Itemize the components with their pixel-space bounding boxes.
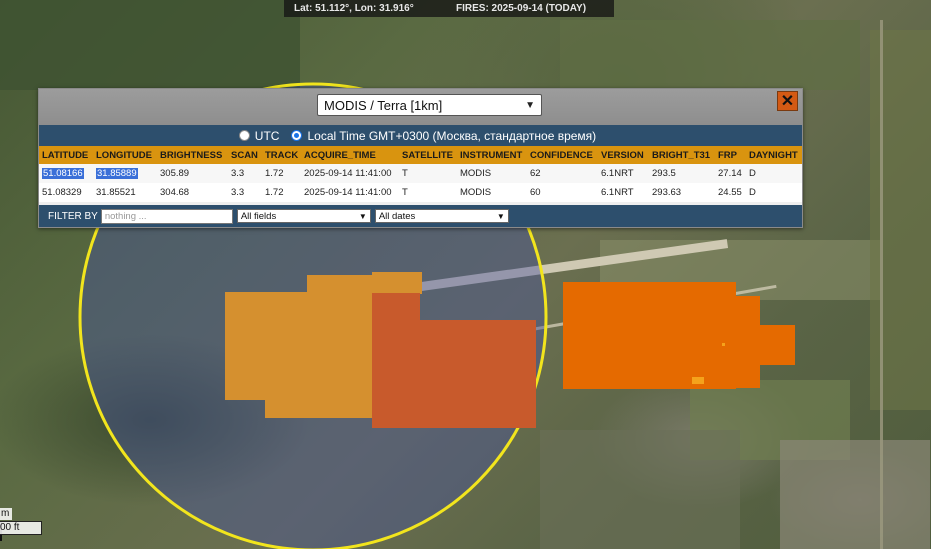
timezone-utc-label: UTC: [254, 128, 280, 143]
timezone-utc-option[interactable]: UTC: [238, 128, 280, 143]
fire-info-popup: MODIS / Terra [1km] ▼ ✕ UTC Local Time G…: [38, 88, 803, 228]
filter-placeholder: nothing ...: [104, 210, 147, 222]
table-row[interactable]: 51.08166 31.85889 305.89 3.3 1.72 2025-0…: [39, 164, 802, 183]
sensor-select[interactable]: MODIS / Terra [1km] ▼: [317, 94, 542, 116]
fire-pixel: [735, 296, 760, 388]
column-header[interactable]: BRIGHT_T31: [649, 146, 715, 164]
column-header[interactable]: FRP: [715, 146, 746, 164]
column-header[interactable]: SATELLITE: [399, 146, 457, 164]
fire-overlay: [78, 82, 795, 549]
table-cell: 62: [527, 164, 598, 183]
table-cell: 2025-09-14 11:41:00: [301, 164, 399, 183]
table-cell: MODIS: [457, 183, 527, 202]
table-cell: 31.85889: [93, 164, 157, 183]
fire-pixel: [389, 355, 409, 428]
table-cell: 24.55: [715, 183, 746, 202]
column-header[interactable]: LONGITUDE: [93, 146, 157, 164]
table-cell: 2025-09-14 11:41:00: [301, 183, 399, 202]
table-cell: 3.3: [228, 183, 262, 202]
close-button[interactable]: ✕: [777, 91, 798, 111]
table-cell: 6.1NRT: [598, 183, 649, 202]
column-header[interactable]: INSTRUMENT: [457, 146, 527, 164]
filter-input[interactable]: nothing ...: [100, 208, 233, 224]
table-cell: 60: [527, 183, 598, 202]
column-header[interactable]: CONFIDENCE: [527, 146, 598, 164]
date-select[interactable]: All dates ▼: [374, 209, 509, 223]
table-row[interactable]: 51.08329 31.85521 304.68 3.3 1.72 2025-0…: [39, 183, 802, 202]
table-cell: 6.1NRT: [598, 164, 649, 183]
table-cell: 1.72: [262, 183, 301, 202]
popup-header: MODIS / Terra [1km] ▼ ✕: [39, 89, 802, 125]
date-select-value: All dates: [378, 210, 416, 222]
field-select-value: All fields: [240, 210, 277, 222]
selected-latitude[interactable]: 51.08166: [42, 168, 84, 179]
table-cell: 31.85521: [93, 183, 157, 202]
fire-pixel: [225, 292, 385, 400]
chevron-down-icon: ▼: [496, 211, 505, 221]
table-cell: 305.89: [157, 164, 228, 183]
column-header[interactable]: TRACK: [262, 146, 301, 164]
table-cell: MODIS: [457, 164, 527, 183]
timezone-local-option[interactable]: Local Time GMT+0300 (Москва, стандартное…: [291, 129, 596, 143]
table-cell: T: [399, 183, 457, 202]
fire-pixel: [265, 395, 375, 418]
column-header[interactable]: BRIGHTNESS: [157, 146, 228, 164]
fires-table: LATITUDE LONGITUDE BRIGHTNESS SCAN TRACK…: [39, 146, 802, 202]
chevron-down-icon: ▼: [358, 211, 367, 221]
selected-longitude[interactable]: 31.85889: [96, 168, 138, 179]
scale-imperial-label: 00 ft: [0, 521, 42, 535]
cursor-coordinates: Lat: 51.112°, Lon: 31.916°: [294, 3, 414, 14]
column-header[interactable]: ACQUIRE_TIME: [301, 146, 399, 164]
table-cell: 293.63: [649, 183, 715, 202]
fire-pixel: [372, 272, 422, 294]
scale-metric-label: m: [0, 508, 12, 520]
table-cell: 3.3: [228, 164, 262, 183]
timezone-local-label: Local Time GMT+0300 (Москва, стандартное…: [307, 128, 597, 143]
sensor-select-value: MODIS / Terra [1km]: [324, 97, 443, 113]
filter-bar: FILTER BY nothing ... All fields ▼ All d…: [39, 205, 802, 227]
fire-pixel: [307, 275, 375, 295]
field-select[interactable]: All fields ▼: [236, 209, 371, 223]
column-header[interactable]: LATITUDE: [39, 146, 93, 164]
fires-date-label[interactable]: FIRES: 2025-09-14 (TODAY): [456, 3, 586, 14]
chevron-down-icon: ▼: [525, 99, 535, 111]
radio-local[interactable]: [291, 130, 303, 141]
filter-label: FILTER BY: [48, 210, 98, 222]
table-cell: 304.68: [157, 183, 228, 202]
fire-hotspot: [692, 377, 704, 384]
table-cell: D: [746, 183, 802, 202]
column-header[interactable]: DAYNIGHT: [746, 146, 802, 164]
fire-hotspot: [722, 343, 725, 346]
table-cell: D: [746, 164, 802, 183]
table-cell: T: [399, 164, 457, 183]
column-header[interactable]: VERSION: [598, 146, 649, 164]
fire-pixel: [563, 282, 736, 389]
table-cell: 51.08329: [39, 183, 93, 202]
table-cell: 27.14: [715, 164, 746, 183]
status-bar: Lat: 51.112°, Lon: 31.916° FIRES: 2025-0…: [284, 0, 614, 17]
column-header[interactable]: SCAN: [228, 146, 262, 164]
table-cell: 51.08166: [39, 164, 93, 183]
table-cell: 293.5: [649, 164, 715, 183]
fire-pixel: [758, 325, 795, 365]
radio-utc[interactable]: [238, 130, 250, 141]
table-header-row: LATITUDE LONGITUDE BRIGHTNESS SCAN TRACK…: [39, 146, 802, 164]
timezone-selector: UTC Local Time GMT+0300 (Москва, стандар…: [39, 125, 802, 146]
table-cell: 1.72: [262, 164, 301, 183]
